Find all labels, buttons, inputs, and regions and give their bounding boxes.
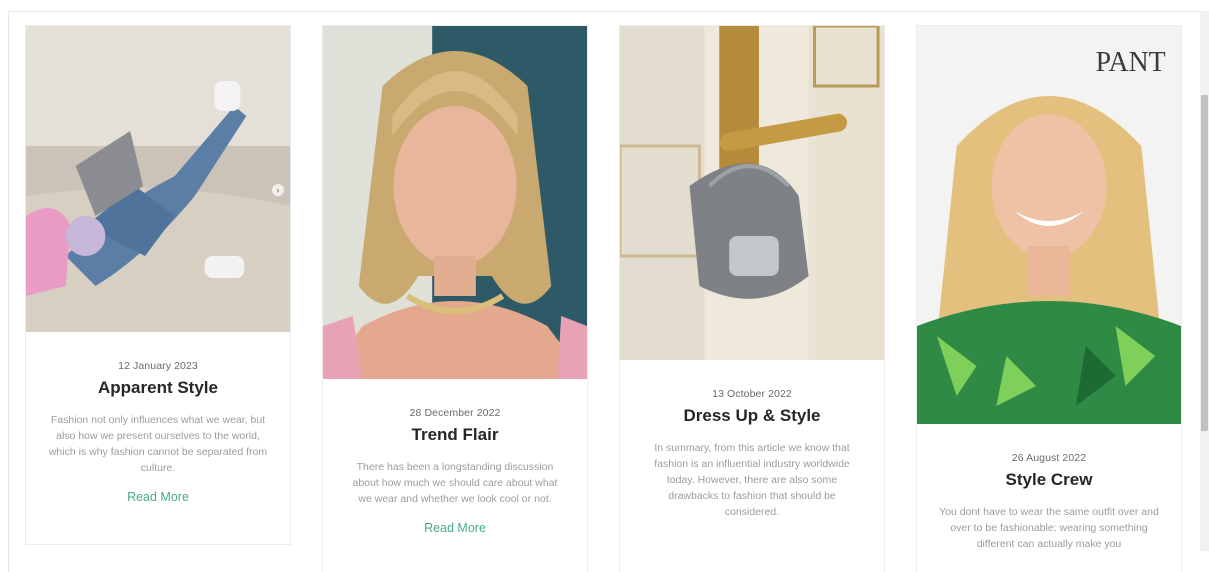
post-date: 28 December 2022	[409, 407, 501, 419]
post-date: 26 August 2022	[1011, 452, 1087, 464]
post-excerpt: You dont have to wear the same outfit ov…	[939, 506, 1159, 550]
post-title[interactable]: Apparent Style	[48, 378, 268, 398]
post-card: › 12 January 2023 Apparent Style Fashion…	[25, 25, 291, 545]
vertical-scrollbar[interactable]	[1200, 11, 1209, 551]
blog-grid: › 12 January 2023 Apparent Style Fashion…	[8, 11, 1209, 572]
read-more-link[interactable]: Read More	[424, 521, 486, 535]
read-more-link[interactable]: Read More	[127, 490, 189, 504]
post-excerpt: There has been a longstanding discussion…	[352, 461, 558, 505]
backdrop-text: PANT	[1096, 47, 1166, 78]
post-image[interactable]	[620, 26, 884, 360]
post-excerpt: In summary, from this article we know th…	[654, 442, 850, 518]
post-image[interactable]: PANT	[917, 26, 1181, 424]
post-card: 13 October 2022 Dress Up & Style In summ…	[619, 25, 885, 572]
scrollbar-thumb[interactable]	[1201, 95, 1208, 431]
post-card: PANT 26 August 2022 Style Crew You dont …	[916, 25, 1182, 572]
post-card: 28 December 2022 Trend Flair There has b…	[322, 25, 588, 572]
post-title[interactable]: Trend Flair	[345, 425, 565, 445]
post-image[interactable]	[323, 26, 587, 379]
carousel-next-icon[interactable]: ›	[272, 184, 284, 196]
post-date: 12 January 2023	[118, 360, 198, 372]
post-title[interactable]: Style Crew	[939, 470, 1159, 490]
post-title[interactable]: Dress Up & Style	[642, 406, 862, 426]
post-image[interactable]: ›	[26, 26, 290, 332]
post-excerpt: Fashion not only influences what we wear…	[48, 414, 268, 474]
post-date: 13 October 2022	[712, 388, 792, 400]
